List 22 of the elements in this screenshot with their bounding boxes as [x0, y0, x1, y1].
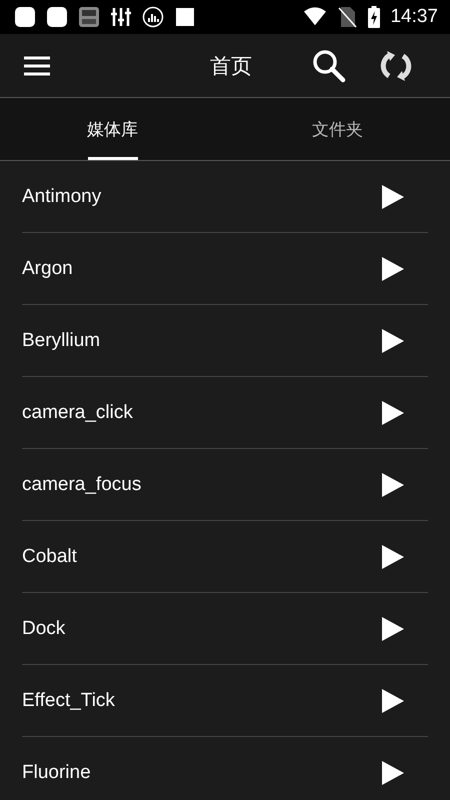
media-item[interactable]: Dock — [22, 593, 428, 665]
media-item[interactable]: Antimony — [22, 161, 428, 233]
media-item[interactable]: camera_click — [22, 377, 428, 449]
item-name: Argon — [22, 258, 73, 280]
item-name: Dock — [22, 618, 66, 640]
media-item[interactable]: Fluorine — [22, 737, 428, 800]
item-name: Cobalt — [22, 546, 77, 568]
item-name: Effect_Tick — [22, 690, 115, 712]
media-item[interactable]: Argon — [22, 233, 428, 305]
clock-time: 14:37 — [390, 6, 438, 28]
item-name: Fluorine — [22, 762, 91, 784]
item-name: camera_click — [22, 402, 133, 424]
media-item[interactable]: Beryllium — [22, 305, 428, 377]
media-item[interactable]: Effect_Tick — [22, 665, 428, 737]
tab[interactable]: 媒体库 — [0, 98, 225, 160]
media-item[interactable]: Cobalt — [22, 521, 428, 593]
item-name: Beryllium — [22, 330, 100, 352]
app-title: 首页 — [210, 52, 252, 80]
media-item[interactable]: camera_focus — [22, 449, 428, 521]
item-name: camera_focus — [22, 474, 142, 496]
item-name: Antimony — [22, 186, 102, 208]
tab[interactable]: 文件夹 — [225, 98, 450, 160]
